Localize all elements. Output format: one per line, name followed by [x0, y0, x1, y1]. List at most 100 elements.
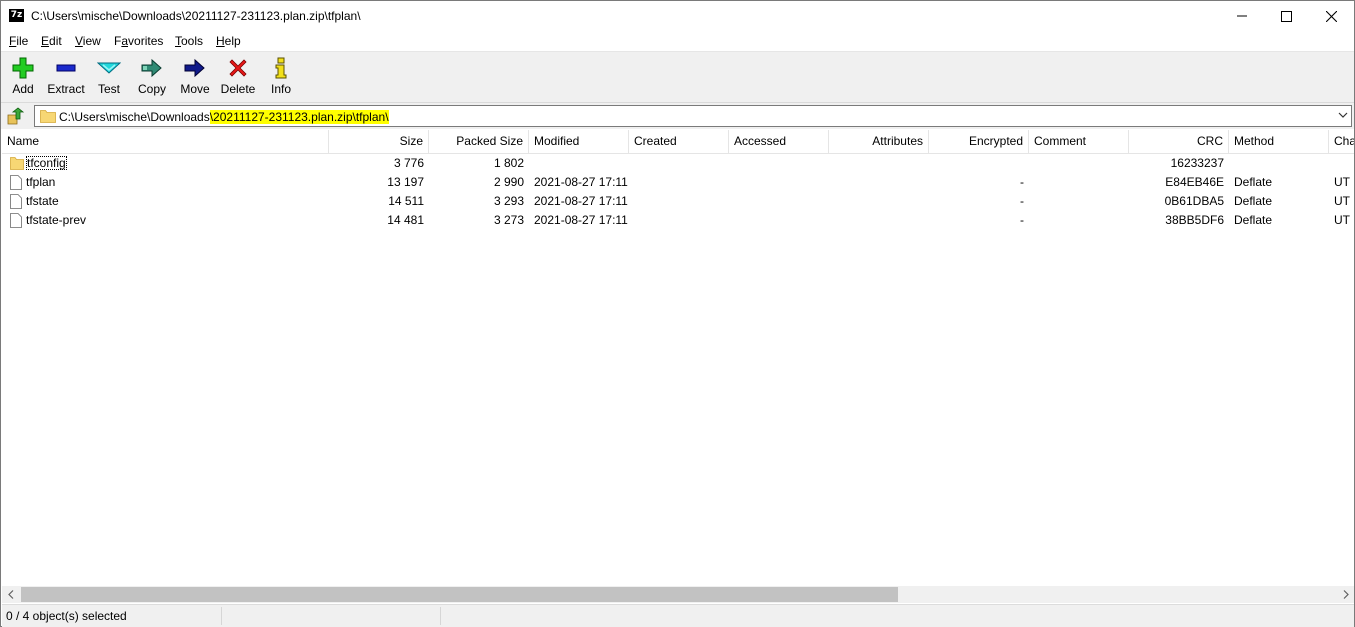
- row-encrypted: -: [1020, 213, 1024, 227]
- column-header-created[interactable]: Created: [629, 130, 729, 153]
- column-header-comment[interactable]: Comment: [1029, 130, 1129, 153]
- row-crc: 38BB5DF6: [1165, 213, 1224, 227]
- up-folder-button[interactable]: [7, 107, 25, 125]
- column-header-characteristics[interactable]: Cha: [1329, 130, 1354, 153]
- row-characteristics: UT: [1334, 175, 1350, 189]
- menu-bar: File Edit View Favorites Tools Help: [1, 31, 1354, 52]
- menu-view[interactable]: View: [75, 34, 101, 48]
- delete-button[interactable]: Delete: [220, 56, 256, 100]
- toolbar: Add Extract Test Copy Move Delete Info: [1, 52, 1354, 103]
- close-button[interactable]: [1309, 1, 1354, 31]
- row-crc: 16233237: [1170, 156, 1224, 170]
- minus-icon: [56, 64, 76, 72]
- add-button[interactable]: Add: [9, 56, 37, 100]
- row-characteristics: [1329, 154, 1354, 173]
- 7zip-app-icon: 7z: [9, 9, 24, 22]
- move-button[interactable]: Move: [179, 56, 211, 100]
- test-check-icon: [97, 62, 121, 74]
- info-button[interactable]: Info: [269, 56, 293, 100]
- table-row[interactable]: tfplan 13 197 2 990 2021-08-27 17:11 - E…: [2, 173, 1354, 192]
- scroll-right-button[interactable]: [1337, 586, 1354, 603]
- menu-file[interactable]: File: [9, 34, 28, 48]
- address-path-highlight: \20211127-231123.plan.zip\tfplan\: [209, 110, 389, 124]
- table-row[interactable]: tfstate-prev 14 481 3 273 2021-08-27 17:…: [2, 211, 1354, 230]
- window-title: C:\Users\mische\Downloads\20211127-23112…: [31, 9, 361, 23]
- row-method: Deflate: [1234, 194, 1273, 208]
- row-size: 14 511: [388, 194, 424, 208]
- status-selection: 0 / 4 object(s) selected: [6, 609, 127, 623]
- column-header-size[interactable]: Size: [329, 130, 429, 153]
- row-modified: [529, 154, 629, 173]
- chevron-left-icon: [7, 590, 13, 599]
- row-method: Deflate: [1234, 175, 1273, 189]
- minimize-button[interactable]: [1219, 1, 1264, 31]
- status-divider: [440, 607, 441, 625]
- table-row[interactable]: tfstate 14 511 3 293 2021-08-27 17:11 - …: [2, 192, 1354, 211]
- column-header-crc[interactable]: CRC: [1129, 130, 1229, 153]
- column-header-attributes[interactable]: Attributes: [829, 130, 929, 153]
- menu-favorites[interactable]: Favorites: [114, 34, 163, 48]
- minimize-icon: [1236, 15, 1247, 17]
- title-bar: 7z C:\Users\mische\Downloads\20211127-23…: [1, 1, 1354, 31]
- row-size: 13 197: [387, 175, 424, 189]
- row-packed-size: 3 273: [493, 213, 524, 227]
- address-path: C:\Users\mische\Downloads\20211127-23112…: [59, 110, 402, 124]
- address-row: C:\Users\mische\Downloads\20211127-23112…: [1, 103, 1354, 129]
- menu-edit[interactable]: Edit: [41, 34, 62, 48]
- address-path-prefix: C:\Users\mische\Downloads: [59, 110, 210, 124]
- row-packed-size: 1 802: [493, 156, 524, 170]
- row-crc: E84EB46E: [1165, 175, 1224, 189]
- row-name: tfstate-prev: [26, 213, 87, 227]
- column-header-packed-size[interactable]: Packed Size: [429, 130, 529, 153]
- app-window: 7z C:\Users\mische\Downloads\20211127-23…: [0, 0, 1355, 627]
- column-header-method[interactable]: Method: [1229, 130, 1329, 153]
- chevron-down-icon[interactable]: [1338, 111, 1348, 119]
- menu-tools[interactable]: Tools: [175, 34, 203, 48]
- column-header-name[interactable]: Name: [2, 130, 329, 153]
- chevron-right-icon: [1343, 590, 1349, 599]
- row-encrypted: -: [1020, 194, 1024, 208]
- menu-help[interactable]: Help: [216, 34, 241, 48]
- copy-arrow-icon: [141, 58, 162, 78]
- test-button[interactable]: Test: [95, 56, 123, 100]
- row-characteristics: UT: [1334, 194, 1350, 208]
- status-bar: 0 / 4 object(s) selected: [2, 604, 1354, 627]
- copy-button[interactable]: Copy: [137, 56, 167, 100]
- maximize-button[interactable]: [1264, 1, 1309, 31]
- column-header-modified[interactable]: Modified: [529, 130, 629, 153]
- table-row[interactable]: tfconfig 3 776 1 802 16233237: [2, 154, 1354, 173]
- row-size: 3 776: [393, 156, 424, 170]
- row-crc: 0B61DBA5: [1164, 194, 1224, 208]
- scrollbar-thumb[interactable]: [21, 587, 898, 602]
- maximize-icon: [1281, 10, 1292, 22]
- row-packed-size: 2 990: [493, 175, 524, 189]
- plus-icon: [12, 57, 34, 79]
- move-arrow-icon: [184, 58, 205, 78]
- row-modified: 2021-08-27 17:11: [534, 175, 628, 189]
- info-icon: [275, 57, 287, 79]
- row-encrypted: -: [1020, 175, 1024, 189]
- row-encrypted: [929, 154, 1029, 173]
- row-name: tfplan: [26, 175, 56, 189]
- extract-button[interactable]: Extract: [46, 56, 86, 100]
- status-divider: [221, 607, 222, 625]
- row-name: tfstate: [26, 194, 59, 208]
- row-method: Deflate: [1234, 213, 1273, 227]
- column-header-row: Name Size Packed Size Modified Created A…: [2, 130, 1354, 154]
- column-header-encrypted[interactable]: Encrypted: [929, 130, 1029, 153]
- row-characteristics: UT: [1334, 213, 1350, 227]
- horizontal-scrollbar[interactable]: [2, 586, 1354, 603]
- row-modified: 2021-08-27 17:11: [534, 213, 628, 227]
- folder-icon: [40, 110, 56, 123]
- row-modified: 2021-08-27 17:11: [534, 194, 628, 208]
- address-field[interactable]: C:\Users\mische\Downloads\20211127-23112…: [34, 105, 1352, 127]
- file-list: Name Size Packed Size Modified Created A…: [2, 130, 1354, 586]
- column-header-accessed[interactable]: Accessed: [729, 130, 829, 153]
- up-folder-icon: [7, 107, 25, 125]
- close-icon: [1326, 10, 1337, 22]
- row-method: [1229, 154, 1329, 173]
- delete-x-icon: [229, 59, 247, 77]
- row-name: tfconfig: [26, 156, 67, 170]
- scroll-left-button[interactable]: [2, 586, 19, 603]
- row-packed-size: 3 293: [493, 194, 524, 208]
